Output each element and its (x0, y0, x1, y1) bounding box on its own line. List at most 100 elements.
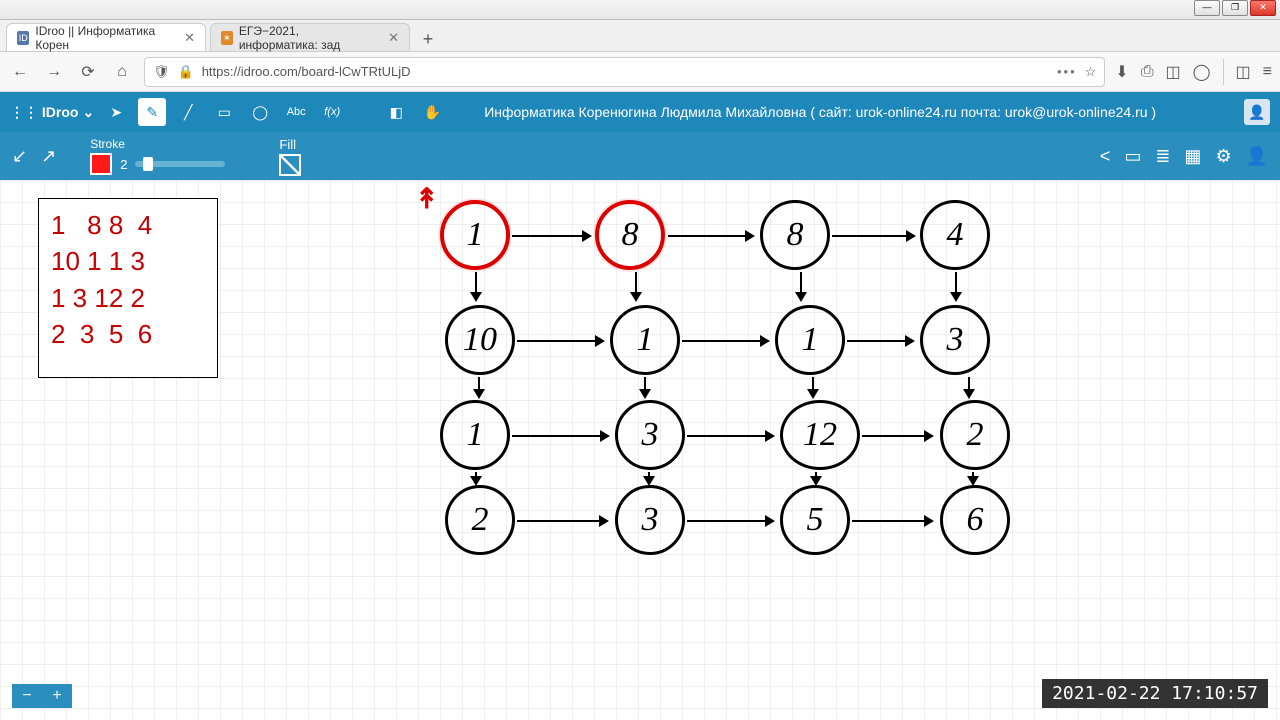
fill-label: Fill (279, 137, 301, 152)
favicon-idroo-icon: ID (17, 31, 29, 45)
stroke-width-slider[interactable] (135, 161, 225, 167)
tool-eraser[interactable]: ◧ (382, 98, 410, 126)
users-icon[interactable]: 👤 (1246, 146, 1268, 167)
share-icon[interactable]: < (1100, 146, 1111, 167)
graph-node[interactable]: 1 (775, 305, 845, 375)
browser-tab-idroo[interactable]: ID IDroo || Информатика Корен ✕ (6, 23, 206, 51)
nav-reload-button[interactable]: ⟳ (76, 60, 100, 84)
graph-arrow (968, 377, 970, 397)
timestamp-overlay: 2021-02-22 17:10:57 (1042, 679, 1268, 708)
idroo-logo[interactable]: ⋮⋮ IDroo ⌄ (10, 104, 94, 121)
tool-hand[interactable]: ✋ (418, 98, 446, 126)
tool-formula[interactable]: f(x) (318, 98, 346, 126)
graph-node[interactable]: 12 (780, 400, 860, 470)
graph-node[interactable]: 5 (780, 485, 850, 555)
graph-node[interactable]: 2 (445, 485, 515, 555)
graph-arrow (517, 520, 607, 522)
graph-node[interactable]: 6 (940, 485, 1010, 555)
graph-arrow (832, 235, 914, 237)
graph-arrow (478, 377, 480, 397)
bookmark-star-icon[interactable]: ☆ (1085, 64, 1097, 80)
zoom-in-button[interactable]: + (52, 687, 61, 705)
url-box[interactable]: 🛡 🔒 https://idroo.com/board-lCwTRtULjD •… (144, 57, 1105, 87)
logo-text: ⋮⋮ IDroo (10, 104, 78, 121)
slider-knob[interactable] (143, 157, 153, 171)
graph-arrow (635, 272, 637, 300)
download-icon[interactable]: ⬇ (1115, 62, 1128, 82)
right-tool-icons: < ▭ ≣ ▦ ⚙ 👤 (1100, 146, 1268, 167)
page-actions-icon[interactable]: ••• (1057, 64, 1077, 79)
graph-arrow (644, 377, 646, 397)
graph-node[interactable]: 10 (445, 305, 515, 375)
matrix-text-box[interactable]: 1 8 8 4 10 1 1 3 1 3 12 2 2 3 5 6 (38, 198, 218, 378)
sidebar-icon[interactable]: ◫ (1166, 62, 1181, 82)
stroke-width-value: 2 (120, 157, 127, 172)
graph-node[interactable]: 1 (610, 305, 680, 375)
stroke-color-swatch[interactable] (90, 153, 112, 175)
shield-icon[interactable]: 🛡 (153, 64, 170, 80)
graph-node[interactable]: 1 (440, 200, 510, 270)
graph-arrow (668, 235, 753, 237)
graph-node[interactable]: 3 (920, 305, 990, 375)
nav-back-button[interactable]: ← (8, 60, 32, 84)
account-icon[interactable]: ◯ (1193, 62, 1211, 82)
nav-home-button[interactable]: ⌂ (110, 60, 134, 84)
graph-node[interactable]: 4 (920, 200, 990, 270)
graph-arrow (517, 340, 603, 342)
whiteboard-canvas[interactable]: 1 8 8 4 10 1 1 3 1 3 12 2 2 3 5 6 ↟ 1 8 … (0, 180, 1280, 720)
lock-icon[interactable]: 🔒 (178, 64, 194, 80)
favicon-ege-icon: ✶ (221, 31, 233, 45)
window-maximize-button[interactable]: ❐ (1222, 0, 1248, 16)
tab-close-icon[interactable]: ✕ (388, 30, 399, 46)
graph-node[interactable]: 3 (615, 400, 685, 470)
graph-node[interactable]: 3 (615, 485, 685, 555)
url-text: https://idroo.com/board-lCwTRtULjD (202, 64, 1049, 79)
graph-arrow (682, 340, 768, 342)
tool-pointer[interactable]: ➤ (102, 98, 130, 126)
graph-arrow (687, 435, 773, 437)
window-minimize-button[interactable]: — (1194, 0, 1220, 16)
browser-tab-ege[interactable]: ✶ ЕГЭ−2021, информатика: зад ✕ (210, 23, 410, 51)
tab-close-icon[interactable]: ✕ (184, 30, 195, 46)
menu-icon[interactable]: ≡ (1263, 63, 1272, 81)
tool-rectangle[interactable]: ▭ (210, 98, 238, 126)
image-icon[interactable]: ▦ (1184, 146, 1201, 167)
document-icon[interactable]: ≣ (1155, 146, 1170, 167)
window-titlebar: — ❐ ✕ (0, 0, 1280, 20)
matrix-row: 10 1 1 3 (51, 243, 205, 279)
tool-ellipse[interactable]: ◯ (246, 98, 274, 126)
chat-icon[interactable]: ▭ (1124, 146, 1141, 167)
matrix-row: 1 3 12 2 (51, 280, 205, 316)
graph-arrow (812, 377, 814, 397)
expand-up-icon[interactable]: ↗ (41, 146, 56, 167)
graph-arrow (512, 435, 608, 437)
graph-arrow (475, 272, 477, 300)
stroke-label: Stroke (90, 137, 225, 151)
graph-node[interactable]: 8 (760, 200, 830, 270)
collapse-down-icon[interactable]: ↙ (12, 146, 27, 167)
tab-label: IDroo || Информатика Корен (35, 24, 174, 52)
graph-node[interactable]: 1 (440, 400, 510, 470)
chevron-down-icon[interactable]: ⌄ (82, 104, 94, 121)
graph-node[interactable]: 8 (595, 200, 665, 270)
graph-drawing: ↟ 1 8 8 4 10 1 1 3 1 3 12 2 2 3 5 6 (420, 190, 1040, 570)
extension-icon[interactable]: ◫ (1236, 62, 1251, 82)
graph-arrow (512, 235, 590, 237)
user-avatar[interactable]: 👤 (1244, 99, 1270, 125)
fill-swatch[interactable] (279, 154, 301, 176)
graph-arrow (648, 472, 650, 484)
settings-icon[interactable]: ⚙ (1215, 146, 1231, 167)
graph-node[interactable]: 2 (940, 400, 1010, 470)
tool-pen[interactable]: ✎ (138, 98, 166, 126)
window-close-button[interactable]: ✕ (1250, 0, 1276, 16)
zoom-out-button[interactable]: − (22, 687, 31, 705)
library-icon[interactable]: ⎙ (1141, 63, 1154, 81)
new-tab-button[interactable]: + (414, 27, 442, 51)
tool-text[interactable]: Abc (282, 98, 310, 126)
fill-controls: Fill (279, 137, 301, 176)
nav-forward-button[interactable]: → (42, 60, 66, 84)
toolbar-right-icons: ⬇ ⎙ ◫ ◯ ◫ ≡ (1115, 59, 1272, 85)
zoom-control: − + (12, 684, 72, 708)
board-title: Информатика Коренюгина Людмила Михайловн… (484, 104, 1156, 120)
tool-line[interactable]: ╱ (174, 98, 202, 126)
